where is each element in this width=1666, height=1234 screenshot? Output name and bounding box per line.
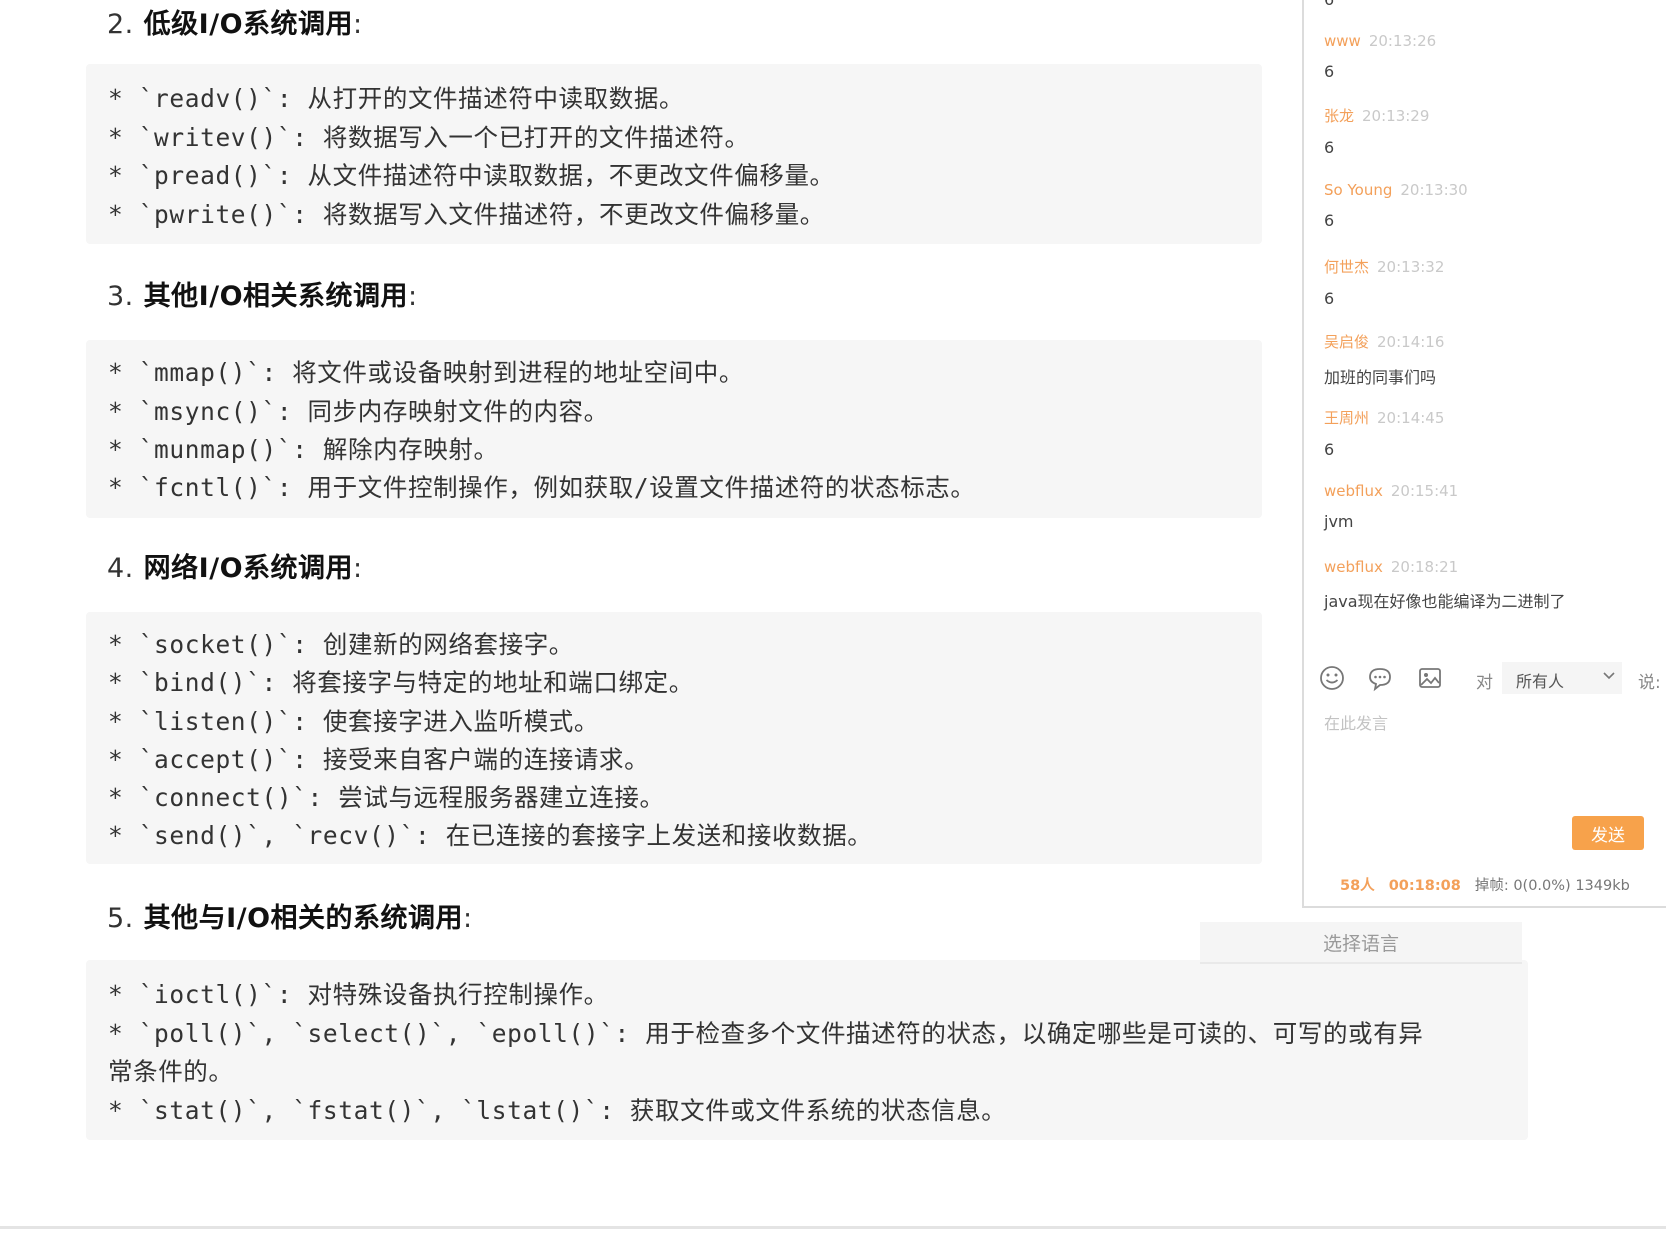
chat-status-bar: 58人 00:18:08 掉帧: 0(0.0%) 1349kb — [1340, 874, 1630, 895]
say-label: 说: — [1638, 673, 1661, 693]
chat-message: 吴启俊 20:14:16 加班的同事们吗 — [1324, 331, 1444, 388]
chat-timestamp: 20:18:21 — [1390, 558, 1459, 576]
chat-message-text: 6 — [1324, 211, 1335, 230]
chat-message: 张龙 20:13:29 6 — [1324, 105, 1429, 157]
elapsed-time: 00:18:08 — [1388, 878, 1461, 894]
chat-panel: 6 www 20:13:26 6 张龙 20:13:29 6 So Young 20:… — [1302, 0, 1666, 908]
bitrate: 1349kb — [1575, 878, 1630, 894]
code-block: * `ioctl()`: 对特殊设备执行控制操作。 * `poll()`, `s… — [86, 960, 1528, 1140]
frame-loss-value: 0(0.0%) — [1513, 878, 1571, 894]
chat-message: webflux 20:15:41 jvm — [1324, 482, 1458, 531]
code-block: * `mmap()`: 将文件或设备映射到进程的地址空间中。 * `msync(… — [86, 340, 1262, 518]
language-select[interactable]: 选择语言 — [1200, 922, 1522, 964]
frame-loss-label: 掉帧: — [1474, 878, 1509, 894]
chat-toolbar: 对 所有人 说: — [1304, 660, 1666, 700]
section-title: 其他与I/O相关的系统调用 — [143, 903, 464, 934]
code-line: * `readv()`: 从打开的文件描述符中读取数据。 — [108, 84, 685, 113]
viewer-count: 58人 — [1340, 878, 1375, 894]
section-number: 3. — [107, 281, 134, 312]
chat-message-text: 6 — [1324, 440, 1335, 459]
chat-message-text: 6 — [1324, 0, 1334, 9]
chat-user-name[interactable]: 王周州 — [1324, 409, 1369, 427]
chat-timestamp: 20:14:16 — [1377, 333, 1445, 351]
code-line: * `msync()`: 同步内存映射文件的内容。 — [108, 397, 609, 426]
code-line: * `connect()`: 尝试与远程服务器建立连接。 — [108, 783, 665, 812]
code-line: 常条件的。 — [108, 1057, 234, 1086]
code-line: * `listen()`: 使套接字进入监听模式。 — [108, 707, 600, 736]
code-block: * `socket()`: 创建新的网络套接字。 * `bind()`: 将套接… — [86, 612, 1262, 864]
chat-timestamp: 20:14:45 — [1377, 409, 1445, 427]
chat-timestamp: 20:13:26 — [1368, 32, 1437, 50]
code-line: * `pread()`: 从文件描述符中读取数据，不更改文件偏移量。 — [108, 161, 835, 190]
speech-bubble-icon[interactable] — [1366, 664, 1394, 692]
code-line: * `fcntl()`: 用于文件控制操作，例如获取/设置文件描述符的状态标志。 — [108, 473, 976, 502]
section-colon: : — [408, 281, 418, 312]
message-input[interactable] — [1324, 710, 1654, 800]
chat-user-name[interactable]: webflux — [1324, 558, 1383, 576]
section-title: 其他I/O相关系统调用 — [143, 281, 409, 312]
chat-message-text: 6 — [1324, 62, 1335, 81]
send-button[interactable]: 发送 — [1572, 816, 1644, 850]
chat-user-name[interactable]: 吴启俊 — [1324, 333, 1369, 351]
chat-message: webflux 20:18:21 java现在好像也能编译为二进制了 — [1324, 558, 1566, 612]
section-heading: 3. 其他I/O相关系统调用: — [107, 274, 418, 313]
section-heading: 4. 网络I/O系统调用: — [107, 546, 363, 585]
to-label: 对 — [1476, 673, 1493, 693]
code-line: * `writev()`: 将数据写入一个已打开的文件描述符。 — [108, 123, 750, 152]
code-line: * `munmap()`: 解除内存映射。 — [108, 435, 499, 464]
section-title: 低级I/O系统调用 — [143, 9, 354, 40]
code-block: * `readv()`: 从打开的文件描述符中读取数据。 * `writev()… — [86, 64, 1262, 244]
document-content: 2. 低级I/O系统调用: * `readv()`: 从打开的文件描述符中读取数… — [0, 0, 1528, 1234]
chat-timestamp: 20:13:29 — [1362, 107, 1430, 125]
code-line: * `socket()`: 创建新的网络套接字。 — [108, 630, 574, 659]
chat-message-text: java现在好像也能编译为二进制了 — [1324, 592, 1566, 611]
section-heading: 2. 低级I/O系统调用: — [107, 2, 363, 41]
chat-message-partial: 6 — [1324, 0, 1334, 9]
code-line: * `mmap()`: 将文件或设备映射到进程的地址空间中。 — [108, 358, 745, 387]
code-line: * `pwrite()`: 将数据写入文件描述符，不更改文件偏移量。 — [108, 200, 825, 229]
chevron-down-icon — [1603, 672, 1615, 680]
code-line: * `ioctl()`: 对特殊设备执行控制操作。 — [108, 980, 609, 1009]
code-line: * `stat()`, `fstat()`, `lstat()`: 获取文件或文… — [108, 1096, 1007, 1125]
chat-message: www 20:13:26 6 — [1324, 32, 1436, 81]
code-line: * `accept()`: 接受来自客户端的连接请求。 — [108, 745, 650, 774]
chat-message-text: jvm — [1324, 512, 1354, 531]
section-colon: : — [353, 553, 363, 584]
audience-select[interactable]: 所有人 — [1502, 662, 1622, 694]
section-colon: : — [353, 9, 363, 40]
section-number: 2. — [107, 9, 134, 40]
chat-user-name[interactable]: So Young — [1324, 181, 1392, 199]
section-title: 网络I/O系统调用 — [143, 553, 354, 584]
chat-message-text: 加班的同事们吗 — [1324, 368, 1437, 387]
chat-message-text: 6 — [1324, 289, 1335, 308]
code-line: * `send()`, `recv()`: 在已连接的套接字上发送和接收数据。 — [108, 821, 873, 850]
chat-user-name[interactable]: 张龙 — [1324, 107, 1354, 125]
emoji-icon[interactable] — [1318, 664, 1346, 692]
section-heading: 5. 其他与I/O相关的系统调用: — [107, 896, 473, 935]
page-bottom-border — [0, 1226, 1666, 1229]
section-colon: : — [463, 903, 473, 934]
chat-timestamp: 20:13:32 — [1377, 258, 1445, 276]
image-icon[interactable] — [1416, 664, 1444, 692]
code-line: * `bind()`: 将套接字与特定的地址和端口绑定。 — [108, 668, 694, 697]
code-line: * `poll()`, `select()`, `epoll()`: 用于检查多… — [108, 1019, 1424, 1048]
section-number: 5. — [107, 903, 134, 934]
chat-message: 王周州 20:14:45 6 — [1324, 407, 1444, 459]
chat-timestamp: 20:13:30 — [1400, 181, 1468, 199]
chat-message: 何世杰 20:13:32 6 — [1324, 256, 1444, 308]
chat-timestamp: 20:15:41 — [1390, 482, 1459, 500]
chat-user-name[interactable]: webflux — [1324, 482, 1383, 500]
chat-message: So Young 20:13:30 6 — [1324, 181, 1468, 230]
chat-user-name[interactable]: www — [1324, 32, 1361, 50]
chat-message-text: 6 — [1324, 138, 1335, 157]
section-number: 4. — [107, 553, 134, 584]
audience-value: 所有人 — [1516, 672, 1565, 691]
chat-user-name[interactable]: 何世杰 — [1324, 258, 1369, 276]
